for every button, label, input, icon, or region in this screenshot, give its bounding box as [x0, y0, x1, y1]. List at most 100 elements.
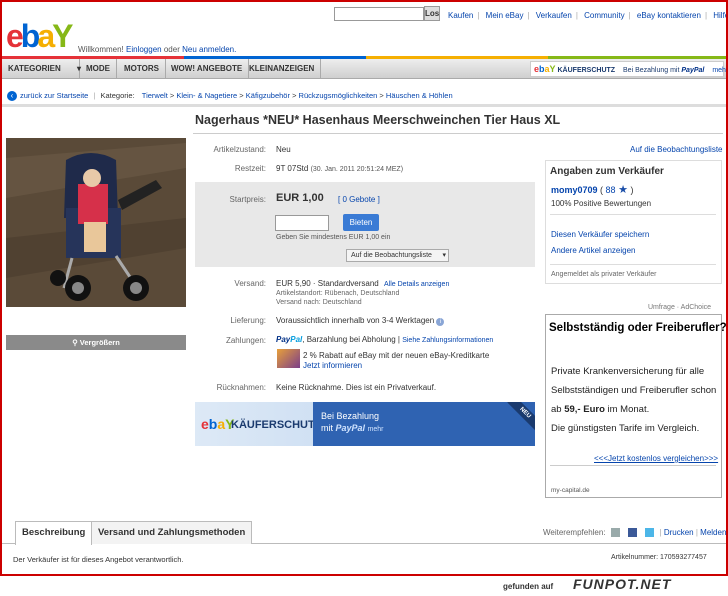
nav-mode[interactable]: MODE — [80, 59, 117, 79]
ebay-mini-logo: ebaY — [534, 64, 556, 74]
back-to-start-link[interactable]: zurück zur Startseite — [20, 91, 88, 100]
seller-positive: 100% Positive Bewertungen — [551, 199, 652, 208]
nav-wow[interactable]: WOW! ANGEBOTE — [165, 59, 250, 79]
watermark-strip: gefunden auf FUNPOT.NET — [0, 576, 728, 596]
condition-label: Artikelzustand: — [213, 145, 266, 154]
time-label: Restzeit: — [234, 164, 266, 173]
divider — [550, 214, 716, 215]
kaeuferschutz-banner[interactable]: ebaY KÄUFERSCHUTZ Bei Bezahlung mit PayP… — [195, 402, 535, 446]
facebook-icon[interactable] — [628, 528, 638, 538]
search-button[interactable]: Los — [424, 6, 440, 21]
page-frame: ebaY Willkommen! Einloggen oder Neu anme… — [0, 0, 728, 576]
nav-motors[interactable]: MOTORS — [118, 59, 166, 79]
discount-text: 2 % Rabatt auf eBay mit der neuen eBay-K… — [303, 351, 490, 360]
ad-footer: my-capital.de — [551, 487, 590, 494]
other-items-link[interactable]: Andere Artikel anzeigen — [551, 246, 636, 255]
payment-info-link[interactable]: Siehe Zahlungsinformationen — [402, 337, 493, 344]
watermark-text: gefunden auf — [503, 582, 554, 591]
payment-label: Zahlungen: — [225, 336, 266, 345]
print-link[interactable]: Drucken — [664, 528, 694, 537]
bids-link[interactable]: [ 0 Gebote ] — [338, 195, 380, 204]
private-seller-note: Angemeldet als privater Verkäufer — [551, 271, 657, 278]
login-link[interactable]: Einloggen — [126, 45, 162, 54]
register-link[interactable]: Neu anmelden. — [182, 45, 236, 54]
kaeuferschutz-top-banner[interactable]: ebaY KÄUFERSCHUTZ Bei Bezahlung mit PayP… — [530, 61, 726, 77]
divider — [193, 133, 723, 134]
funpot-logo: FUNPOT.NET — [573, 576, 672, 592]
save-seller-link[interactable]: Diesen Verkäufer speichern — [551, 230, 649, 239]
seller-box — [545, 160, 722, 284]
item-location: Artikelstandort: Rübenach, Deutschland — [276, 290, 400, 297]
bid-button[interactable]: Bieten — [343, 214, 379, 231]
toplink-verkaufen[interactable]: Verkaufen — [536, 11, 572, 20]
start-price-label: Startpreis: — [229, 195, 266, 204]
breadcrumb: zurück zur Startseite | Kategorie: Tierw… — [20, 91, 453, 100]
toplink-hilfe[interactable]: Hilfe — [713, 11, 726, 20]
ad-compare-link[interactable]: <<<Jetzt kostenlos vergleichen>>> — [594, 454, 718, 463]
returns-value: Keine Rücknahme. Dies ist ein Privatverk… — [276, 383, 437, 392]
returns-label: Rücknahmen: — [216, 383, 266, 392]
banner-kaeuferschutz: KÄUFERSCHUTZ — [231, 419, 322, 431]
toplink-kaufen[interactable]: Kaufen — [448, 11, 473, 20]
delivery-label: Lieferung: — [230, 316, 266, 325]
crumb-tierwelt[interactable]: Tierwelt — [142, 91, 168, 100]
top-links: Kaufen | Mein eBay | Verkaufen | Community |… — [448, 11, 728, 20]
divider — [550, 465, 716, 466]
tab-beschreibung[interactable]: Beschreibung — [15, 521, 93, 545]
report-link[interactable]: Melden — [700, 528, 726, 537]
ebay-banner-logo: ebaY — [201, 416, 235, 432]
ad-label[interactable]: Umfrage · AdChoice — [648, 304, 711, 311]
crumb-kaefigzubehoer[interactable]: Käfigzubehör — [246, 91, 290, 100]
ebay-logo[interactable]: ebaY — [6, 18, 76, 54]
divider — [550, 264, 716, 265]
bid-amount-input[interactable] — [275, 215, 329, 231]
seller-heading: Angaben zum Verkäufer — [550, 166, 664, 177]
price: EUR 1,00 — [276, 192, 324, 204]
crumb-rueckzug[interactable]: Rückzugsmöglichkeiten — [299, 91, 378, 100]
nav-categories[interactable]: KATEGORIEN ▾ — [2, 59, 81, 79]
shipping-details-link[interactable]: Alle Details anzeigen — [384, 281, 449, 288]
watchlist-button[interactable]: Auf die Beobachtungsliste ▾ — [346, 249, 449, 262]
seller-name-link[interactable]: momy0709 — [551, 185, 598, 195]
dropdown-arrow-icon: ▾ — [442, 252, 446, 259]
seller-name-row: momy0709 ( 88 ★ ) — [551, 184, 634, 196]
toplink-kontakt[interactable]: eBay kontaktieren — [637, 11, 701, 20]
toplink-community[interactable]: Community — [584, 11, 624, 20]
category-navbar: KATEGORIEN ▾ MODE MOTORS WOW! ANGEBOTE K… — [2, 59, 726, 79]
item-photo[interactable] — [6, 138, 186, 307]
crumb-kleintiere[interactable]: Klein- & Nagetiere — [176, 91, 237, 100]
back-arrow-icon[interactable]: ‹ — [7, 91, 17, 101]
seller-responsible-note: Der Verkäufer ist für dieses Angebot ver… — [13, 555, 184, 564]
email-icon[interactable] — [610, 528, 620, 538]
welcome-text: Willkommen! Einloggen oder Neu anmelden. — [78, 45, 237, 54]
info-icon[interactable]: i — [436, 318, 445, 326]
shipping-label: Versand: — [234, 279, 266, 288]
seller-score-link[interactable]: 88 — [606, 185, 616, 195]
share-row: Weiterempfehlen: | Drucken | Melden — [543, 528, 727, 538]
star-icon: ★ — [618, 184, 628, 196]
watchlist-link[interactable]: Auf die Beobachtungsliste — [630, 145, 723, 154]
payment-value: PayPal, Barzahlung bei Abholung | Siehe … — [276, 335, 494, 344]
divider — [2, 104, 726, 107]
magnifier-icon: ⚲ — [72, 338, 80, 347]
crumb-haeuschen[interactable]: Häuschen & Höhlen — [386, 91, 453, 100]
toplink-mein-ebay[interactable]: Mein eBay — [486, 11, 524, 20]
ad-text: Private Krankenversicherung für alle Sel… — [551, 366, 717, 434]
discount-link[interactable]: Jetzt informieren — [303, 361, 362, 370]
nav-kleinanzeigen[interactable]: KLEINANZEIGEN — [243, 59, 322, 79]
enlarge-button[interactable]: ⚲ Vergrößern — [6, 335, 186, 350]
tab-versand[interactable]: Versand und Zahlungsmethoden — [91, 521, 253, 544]
kaeuferschutz-more-link[interactable]: mehr — [712, 67, 726, 74]
ad-title[interactable]: Selbstständig oder Freiberufler? — [549, 322, 726, 334]
new-ribbon: NEU — [507, 402, 535, 431]
stroller-image — [6, 138, 186, 307]
paypal-logo: PayPal — [276, 335, 303, 344]
time-value: 9T 07Std (30. Jan. 2011 20:51:24 MEZ) — [276, 164, 404, 173]
banner-paypal-area: Bei Bezahlung mit PayPal mehr NEU — [313, 402, 535, 446]
item-title: Nagerhaus *NEU* Hasenhaus Meerschweinche… — [195, 113, 561, 127]
condition-value: Neu — [276, 145, 291, 154]
twitter-icon[interactable] — [645, 528, 655, 538]
credit-card-icon — [277, 349, 300, 368]
delivery-value: Voraussichtlich innerhalb von 3-4 Werkta… — [276, 316, 445, 326]
search-input[interactable] — [334, 7, 424, 21]
